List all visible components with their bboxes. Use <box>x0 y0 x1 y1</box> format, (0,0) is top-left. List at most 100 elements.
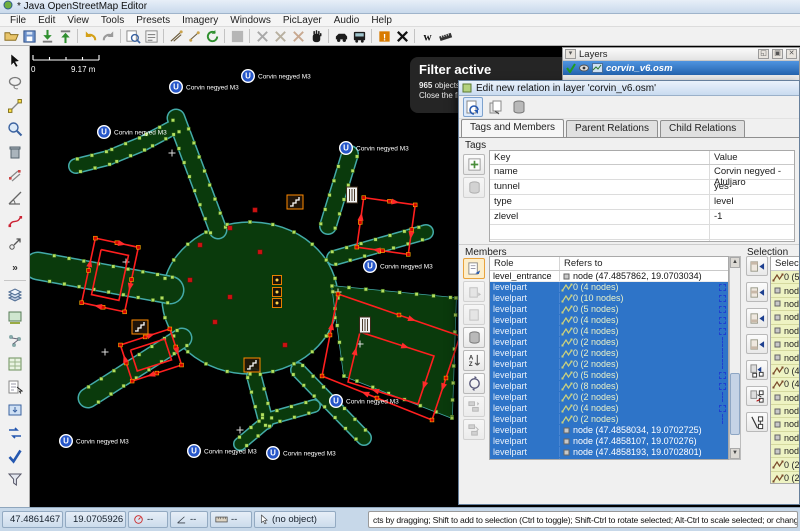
parallel-tool-button[interactable] <box>2 163 28 186</box>
menu-imagery[interactable]: Imagery <box>176 14 224 27</box>
draw-tool-button[interactable] <box>2 94 28 117</box>
menu-help[interactable]: Help <box>365 14 398 27</box>
tag-row[interactable]: zlevel-1 <box>490 210 794 225</box>
layer-row-corvin-v6[interactable]: corvin_v6.osm <box>563 61 799 75</box>
cut-a-button[interactable] <box>253 28 271 45</box>
selection-row[interactable]: 0 (2 nodes) <box>771 458 800 471</box>
tag-row[interactable] <box>490 225 794 240</box>
member-row[interactable]: levelpart0 (10 nodes) <box>490 293 728 304</box>
member-row[interactable]: levelpartnode (47.4858107, 19.070276) <box>490 436 728 447</box>
tags-table[interactable]: Key Value nameCorvin negyed - Aluljarotu… <box>489 150 795 242</box>
conflict-tool-button[interactable] <box>2 421 28 444</box>
layers-close-button[interactable]: ✕ <box>786 49 797 59</box>
tag-row[interactable]: nameCorvin negyed - Aluljaro <box>490 165 794 180</box>
member-row[interactable]: levelpart <box>490 458 728 460</box>
copy-member-button[interactable] <box>463 281 485 302</box>
move-down-2-button[interactable] <box>463 419 485 440</box>
scroll-thumb[interactable] <box>730 373 740 435</box>
member-row[interactable]: levelpart0 (5 nodes) <box>490 304 728 315</box>
selection-row[interactable]: node <box>771 432 800 445</box>
tab-tags-and-members[interactable]: Tags and Members <box>461 119 564 137</box>
set-members-from-selection-button[interactable] <box>746 386 768 406</box>
reverse-button[interactable] <box>463 373 485 394</box>
cut-c-button[interactable] <box>289 28 307 45</box>
menu-edit[interactable]: Edit <box>32 14 61 27</box>
selection-row[interactable]: 0 (2 nodes) <box>771 472 800 484</box>
layers-tool-button[interactable] <box>2 283 28 306</box>
measure-a-button[interactable] <box>167 28 185 45</box>
relation-dialog-titlebar[interactable]: Edit new relation in layer 'corvin_v6.os… <box>459 81 799 96</box>
menu-tools[interactable]: Tools <box>95 14 130 27</box>
menu-piclayer[interactable]: PicLayer <box>277 14 328 27</box>
zoom-tool-button[interactable] <box>2 117 28 140</box>
angle-tool-button[interactable] <box>2 186 28 209</box>
car-button[interactable] <box>332 28 350 45</box>
relations-tool-button[interactable] <box>2 329 28 352</box>
hand-button[interactable] <box>307 28 325 45</box>
member-row[interactable]: levelpart0 (2 nodes) <box>490 392 728 403</box>
tag-row[interactable]: tunnelyes <box>490 180 794 195</box>
menu-file[interactable]: File <box>4 14 32 27</box>
styles-tool-button[interactable] <box>2 306 28 329</box>
cut-b-button[interactable] <box>271 28 289 45</box>
selection-row[interactable]: 0 (5 nodes) <box>771 271 800 284</box>
member-row[interactable]: levelpart0 (4 nodes) <box>490 403 728 414</box>
save-button[interactable] <box>20 28 38 45</box>
selection-row[interactable]: node <box>771 351 800 364</box>
upload-button[interactable] <box>56 28 74 45</box>
validator-tool-button[interactable] <box>2 444 28 467</box>
member-row[interactable]: level_entrancenode (47.4857862, 19.07030… <box>490 271 728 282</box>
member-row[interactable]: levelpart0 (8 nodes) <box>490 381 728 392</box>
edit-member-button[interactable] <box>463 258 485 279</box>
improve-tool-button[interactable] <box>2 209 28 232</box>
member-row[interactable]: levelpart0 (4 nodes) <box>490 282 728 293</box>
download-button[interactable] <box>38 28 56 45</box>
layers-collapse-button[interactable]: ▾ <box>565 49 576 59</box>
menu-view[interactable]: View <box>61 14 95 27</box>
remove-selected-members-button[interactable] <box>746 412 768 432</box>
members-scrollbar[interactable]: ▲ ▼ <box>729 256 741 460</box>
add-selected-at-position-button[interactable] <box>746 360 768 380</box>
add-selection-before-button[interactable] <box>746 282 768 302</box>
selection-row[interactable]: node <box>771 284 800 297</box>
scroll-down-button[interactable]: ▼ <box>730 448 740 459</box>
scroll-up-button[interactable]: ▲ <box>730 257 740 268</box>
menu-windows[interactable]: Windows <box>224 14 277 27</box>
selection-row[interactable]: node <box>771 298 800 311</box>
member-row[interactable]: levelpart0 (2 nodes) <box>490 348 728 359</box>
menu-audio[interactable]: Audio <box>328 14 366 27</box>
tab-child-relations[interactable]: Child Relations <box>660 120 745 137</box>
menu-presets[interactable]: Presets <box>130 14 176 27</box>
undo-button[interactable] <box>81 28 99 45</box>
member-row[interactable]: levelpart0 (4 nodes) <box>490 326 728 337</box>
selection-row[interactable]: 0 (4 nodes) <box>771 365 800 378</box>
tab-parent-relations[interactable]: Parent Relations <box>566 120 658 137</box>
preferences-button[interactable] <box>142 28 160 45</box>
apply-button[interactable] <box>463 97 483 117</box>
refresh-button[interactable] <box>203 28 221 45</box>
warning-button[interactable]: ! <box>375 28 393 45</box>
tag-row[interactable]: typelevel <box>490 195 794 210</box>
layers-dock-button[interactable]: ▣ <box>772 49 783 59</box>
add-selection-at-start-button[interactable] <box>746 256 768 276</box>
member-row[interactable]: levelpart0 (4 nodes) <box>490 315 728 326</box>
sort-az-button[interactable]: AZ <box>463 350 485 371</box>
move-down-1-button[interactable] <box>463 396 485 417</box>
member-row[interactable]: levelpartnode (47.4858193, 19.0702801) <box>490 447 728 458</box>
open-button[interactable] <box>2 28 20 45</box>
selection-panel-tool-button[interactable] <box>2 375 28 398</box>
more-tool-button[interactable]: » <box>2 255 28 278</box>
add-tag-button[interactable] <box>463 154 485 175</box>
selection-table[interactable]: Selection 0 (5 nodes)nodenodenodenodenod… <box>770 256 800 484</box>
member-row[interactable]: levelpart0 (2 nodes) <box>490 359 728 370</box>
search-button[interactable] <box>124 28 142 45</box>
measure-b-button[interactable] <box>185 28 203 45</box>
redo-button[interactable] <box>99 28 117 45</box>
selection-row[interactable]: node <box>771 325 800 338</box>
delete-relation-button[interactable] <box>463 327 485 348</box>
wms-button[interactable]: w <box>418 28 436 45</box>
member-row[interactable]: levelpartnode (47.4858034, 19.0702725) <box>490 425 728 436</box>
properties-tool-button[interactable] <box>2 352 28 375</box>
bus-button[interactable] <box>350 28 368 45</box>
lasso-tool-button[interactable] <box>2 71 28 94</box>
